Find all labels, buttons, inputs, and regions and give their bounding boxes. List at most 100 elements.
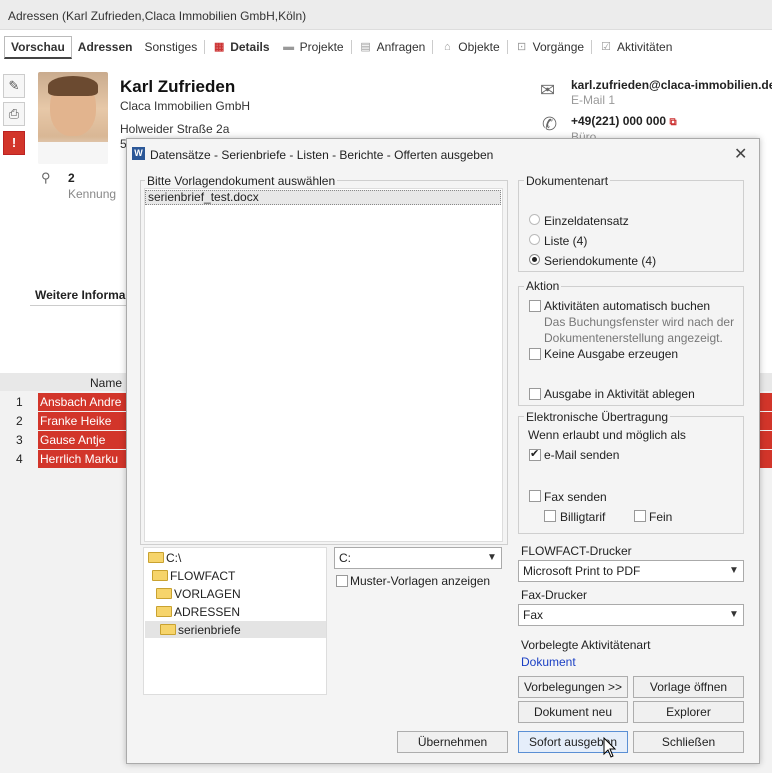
contact-street: Holweider Straße 2a (120, 122, 230, 136)
tab-vorgaenge-label: Vorgänge (532, 40, 585, 54)
drive-value: C: (339, 551, 351, 565)
contact-email[interactable]: karl.zufrieden@claca-immobilien.de (571, 78, 772, 92)
dokument-neu-button[interactable]: Dokument neu (518, 701, 628, 723)
print-button[interactable]: ⎙ (3, 102, 25, 126)
aktivitaetenart-link[interactable]: Dokument (521, 655, 576, 669)
drucker-select[interactable]: Microsoft Print to PDF ▼ (518, 560, 744, 582)
fein-label: Fein (649, 510, 673, 524)
aktivitaetenart-label: Vorbelegte Aktivitätenart (521, 638, 651, 652)
liste-label: Liste (4) (544, 234, 588, 248)
tab-anfragen-label: Anfragen (376, 40, 426, 54)
word-icon: W (132, 147, 145, 160)
folder-item[interactable]: C:\ (148, 551, 181, 565)
explorer-button[interactable]: Explorer (633, 701, 744, 723)
folder-open-icon (160, 624, 176, 635)
tab-vorschau[interactable]: Vorschau (4, 35, 72, 59)
table-row-name[interactable]: Gause Antje (38, 431, 138, 449)
activity-icon: ☑ (601, 41, 611, 53)
contact-name: Karl Zufrieden (120, 77, 236, 96)
close-icon[interactable]: ✕ (734, 144, 747, 164)
tab-anfragen[interactable]: ▤ Anfragen (353, 37, 432, 57)
folder-label: VORLAGEN (174, 587, 241, 601)
aktivitaeten-buchen-checkbox[interactable] (529, 300, 541, 312)
printer-icon: ⎙ (8, 106, 20, 121)
folder-open-icon (156, 588, 172, 599)
muster-checkbox[interactable] (336, 575, 348, 587)
fax-senden-checkbox[interactable] (529, 490, 541, 502)
table-row-name[interactable]: Herrlich Marku (38, 450, 138, 468)
aktion-legend: Aktion (524, 279, 562, 293)
ausgabe-ablegen-checkbox[interactable] (529, 388, 541, 400)
dialog-title: Datensätze - Serienbriefe - Listen - Ber… (150, 148, 494, 162)
folder-icon: ▬ (283, 41, 295, 53)
row-number: 4 (16, 452, 23, 466)
template-legend: Bitte Vorlagendokument auswählen (145, 174, 338, 188)
vorbelegungen-button[interactable]: Vorbelegungen >> (518, 676, 628, 698)
vorlage-oeffnen-button[interactable]: Vorlage öffnen (633, 676, 744, 698)
edit-button[interactable]: ✎ (3, 74, 25, 98)
tab-aktivitaeten[interactable]: ☑ Aktivitäten (593, 37, 678, 57)
schliessen-button[interactable]: Schließen (633, 731, 744, 753)
contact-phone[interactable]: +49(221) 000 000 ⧉ (571, 114, 677, 128)
table-row-name[interactable]: Ansbach Andre (38, 393, 138, 411)
tab-separator (204, 40, 206, 54)
column-header-name[interactable]: Name (90, 376, 122, 390)
fax-drucker-select[interactable]: Fax ▼ (518, 604, 744, 626)
buchung-hint-1: Das Buchungsfenster wird nach der (544, 315, 735, 329)
row-number: 1 (16, 395, 23, 409)
radio-einzeldatensatz[interactable] (529, 214, 540, 225)
record-count: 2 (68, 171, 75, 185)
drive-select[interactable]: C: ▼ (334, 547, 502, 569)
tab-vorgaenge[interactable]: ⊡ Vorgänge (509, 37, 590, 57)
tab-sonstiges[interactable]: Sonstiges (139, 37, 204, 57)
alert-button[interactable]: ! (3, 131, 25, 155)
process-icon: ⊡ (517, 41, 527, 53)
fax-senden-label: Fax senden (544, 490, 607, 504)
email-type-label: E-Mail 1 (571, 93, 616, 107)
folder-label: ADRESSEN (174, 605, 241, 619)
contact-photo (38, 72, 108, 164)
template-file-item[interactable]: serienbrief_test.docx (145, 190, 501, 205)
drucker-value: Microsoft Print to PDF (523, 564, 641, 578)
request-icon: ▤ (360, 41, 371, 53)
tab-details[interactable]: ▦ Details (206, 37, 275, 57)
contact-company: Claca Immobilien GmbH (120, 99, 251, 113)
tab-separator (591, 40, 593, 54)
dokumentenart-legend: Dokumentenart (524, 174, 611, 188)
tab-adressen[interactable]: Adressen (72, 37, 139, 57)
fein-checkbox[interactable] (634, 510, 646, 522)
seriendokumente-label: Seriendokumente (4) (544, 254, 657, 268)
folder-item[interactable]: VORLAGEN (156, 587, 241, 601)
folder-label: C:\ (166, 551, 182, 565)
email-senden-checkbox[interactable]: ✔ (529, 448, 541, 461)
house-icon: ⌂ (443, 41, 451, 53)
chevron-down-icon: ▼ (487, 552, 497, 563)
tab-separator (506, 40, 508, 54)
weitere-informationen-heading: Weitere Informa (35, 288, 126, 302)
template-list[interactable] (144, 188, 503, 542)
drucker-label: FLOWFACT-Drucker (521, 544, 632, 558)
radio-liste[interactable] (529, 234, 540, 245)
folder-item-selected[interactable]: serienbriefe (160, 623, 241, 637)
pencil-icon: ✎ (8, 78, 20, 93)
tab-aktivitaeten-label: Aktivitäten (617, 40, 673, 54)
radio-seriendokumente[interactable] (529, 254, 540, 265)
photo-hair (48, 76, 98, 96)
uebernehmen-button[interactable]: Übernehmen (397, 731, 508, 753)
tab-objekte[interactable]: ⌂ Objekte (434, 37, 505, 57)
tab-bar: Vorschau Adressen Sonstiges ▦ Details ▬ Pr… (0, 34, 772, 60)
billigtarif-checkbox[interactable] (544, 510, 556, 522)
folder-open-icon (152, 570, 168, 581)
tab-projekte[interactable]: ▬ Projekte (276, 37, 350, 57)
folder-label: serienbriefe (178, 623, 241, 637)
keine-ausgabe-checkbox[interactable] (529, 348, 541, 360)
mouse-cursor-icon (603, 737, 617, 758)
folder-item[interactable]: FLOWFACT (152, 569, 235, 583)
exclamation-icon: ! (11, 135, 17, 150)
uebertragung-legend: Elektronische Übertragung (524, 410, 671, 424)
heading-divider (30, 305, 130, 306)
table-row-name[interactable]: Franke Heike (38, 412, 138, 430)
details-icon: ▦ (214, 41, 225, 53)
billigtarif-label: Billigtarif (560, 510, 606, 524)
folder-item[interactable]: ADRESSEN (156, 605, 240, 619)
